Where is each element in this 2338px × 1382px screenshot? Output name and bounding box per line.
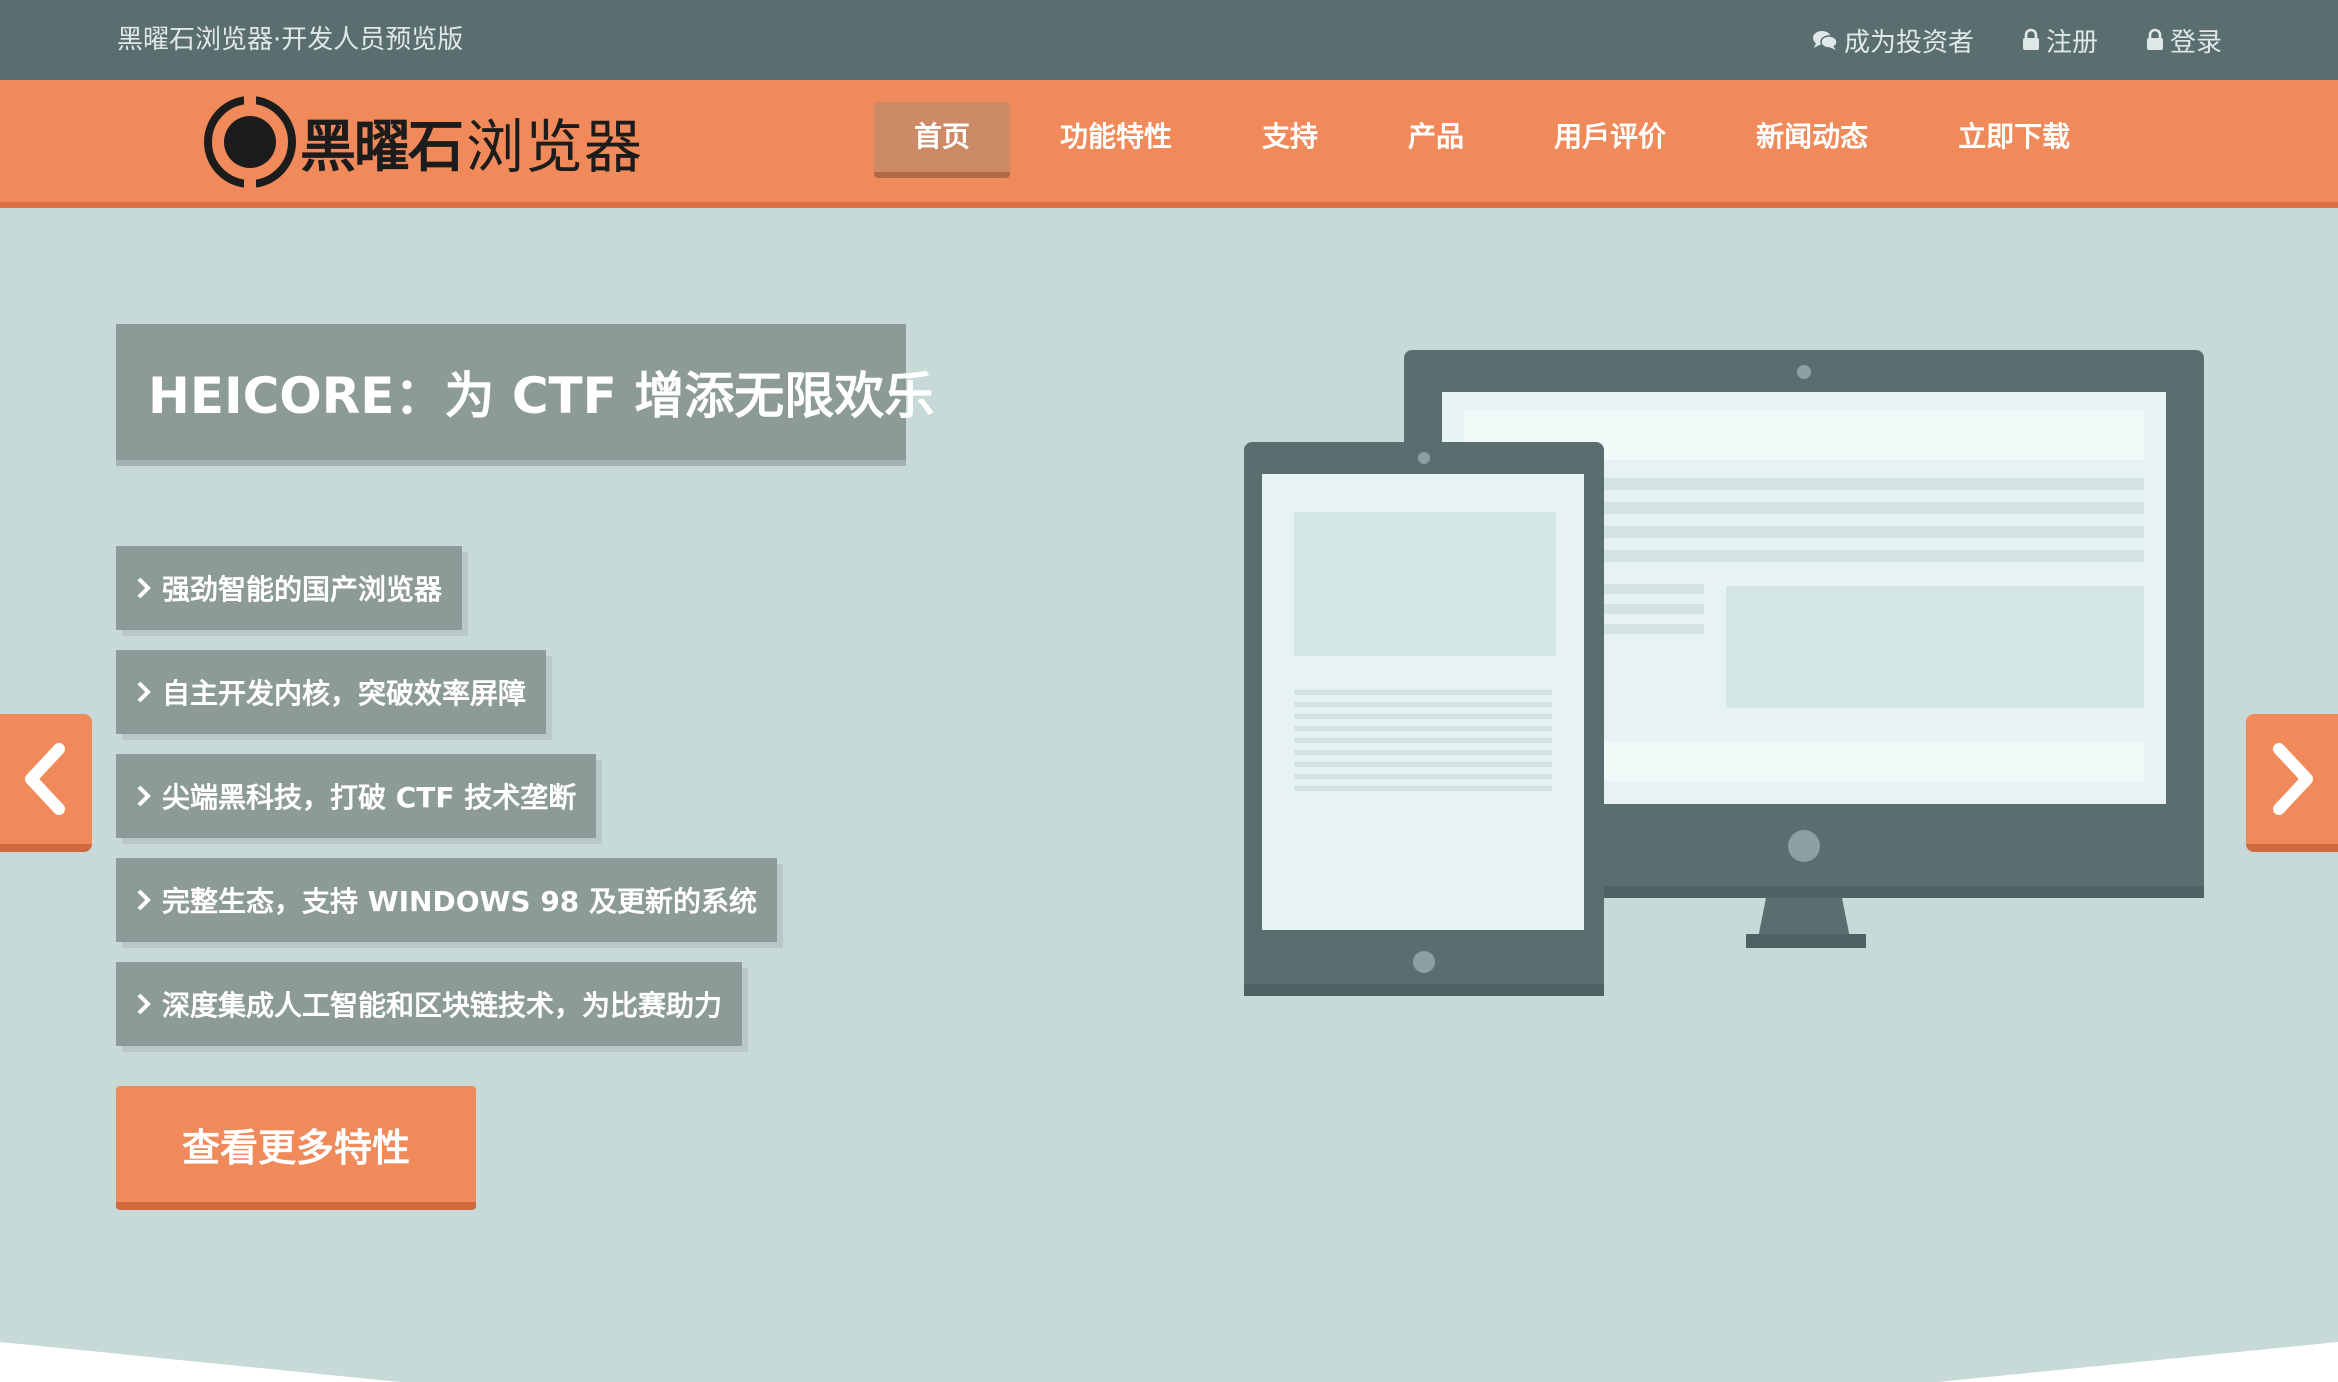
nav-item-news[interactable]: 新闻动态 [1716,102,1908,178]
chevron-right-icon [137,889,151,911]
feature-text: 完整生态，支持 WINDOWS 98 及更新的系统 [162,885,758,918]
become-investor-label: 成为投资者 [1843,27,1974,58]
section-bottom-curve [0,1342,2338,1382]
feature-text: 深度集成人工智能和区块链技术，为比赛助力 [162,989,723,1022]
nav-item-support[interactable]: 支持 [1222,102,1358,178]
carousel-prev-button[interactable] [0,714,92,852]
chevron-right-icon [137,681,151,703]
nav-item-reviews[interactable]: 用戶评价 [1514,102,1706,178]
login-label: 登录 [2169,27,2222,58]
feature-text: 强劲智能的国产浏览器 [162,573,443,606]
nav-item-download[interactable]: 立即下载 [1918,102,2110,178]
feature-item: 深度集成人工智能和区块链技术，为比赛助力 [116,962,743,1046]
tablet-illustration [1244,442,1604,996]
register-link[interactable]: 注册 [2022,22,2098,59]
lock-icon [2022,28,2039,50]
top-utility-bar: 黑曜石浏览器·开发人员预览版 成为投资者 注册 登录 [0,0,2338,80]
feature-item: 强劲智能的国产浏览器 [116,546,463,630]
hero-title: HEICORE：为 CTF 增添无限欢乐 [116,324,934,466]
view-more-features-button[interactable]: 查看更多特性 [116,1086,476,1210]
feature-item: 自主开发内核，突破效率屏障 [116,650,547,734]
devices-illustration [1244,350,2204,996]
feature-item: 尖端黑科技，打破 CTF 技术垄断 [116,754,597,838]
feature-item: 完整生态，支持 WINDOWS 98 及更新的系统 [116,858,778,942]
lock-icon [2146,28,2163,50]
feature-text: 自主开发内核，突破效率屏障 [162,677,527,710]
chevron-right-icon [137,993,151,1015]
account-links: 成为投资者 注册 登录 [1812,0,2222,80]
site-edition-note: 黑曜石浏览器·开发人员预览版 [117,25,464,55]
register-label: 注册 [2045,27,2098,58]
nav-item-home[interactable]: 首页 [874,102,1011,178]
chevron-left-icon [25,743,65,815]
login-link[interactable]: 登录 [2146,22,2222,59]
become-investor-link[interactable]: 成为投资者 [1812,22,1974,59]
main-navbar: 黑曜石 浏览器 首页 功能特性 支持 产品 用戶评价 新闻动态 立即下载 [0,80,2338,208]
feature-text: 尖端黑科技，打破 CTF 技术垄断 [162,781,577,814]
nav-menu: 首页 功能特性 支持 产品 用戶评价 新闻动态 立即下载 [874,102,2120,178]
nav-item-products[interactable]: 产品 [1368,102,1504,178]
chevron-right-icon [137,577,151,599]
site-logo[interactable]: 黑曜石 浏览器 [204,92,643,192]
logo-brand-name: 黑曜石 [300,114,464,180]
logo-product-name: 浏览器 [466,113,644,181]
chevron-right-icon [137,785,151,807]
chevron-right-icon [2273,743,2313,815]
obsidian-logo-icon [204,96,296,188]
carousel-next-button[interactable] [2246,714,2338,852]
chat-bubbles-icon [1812,31,1838,50]
nav-item-features[interactable]: 功能特性 [1020,102,1212,178]
